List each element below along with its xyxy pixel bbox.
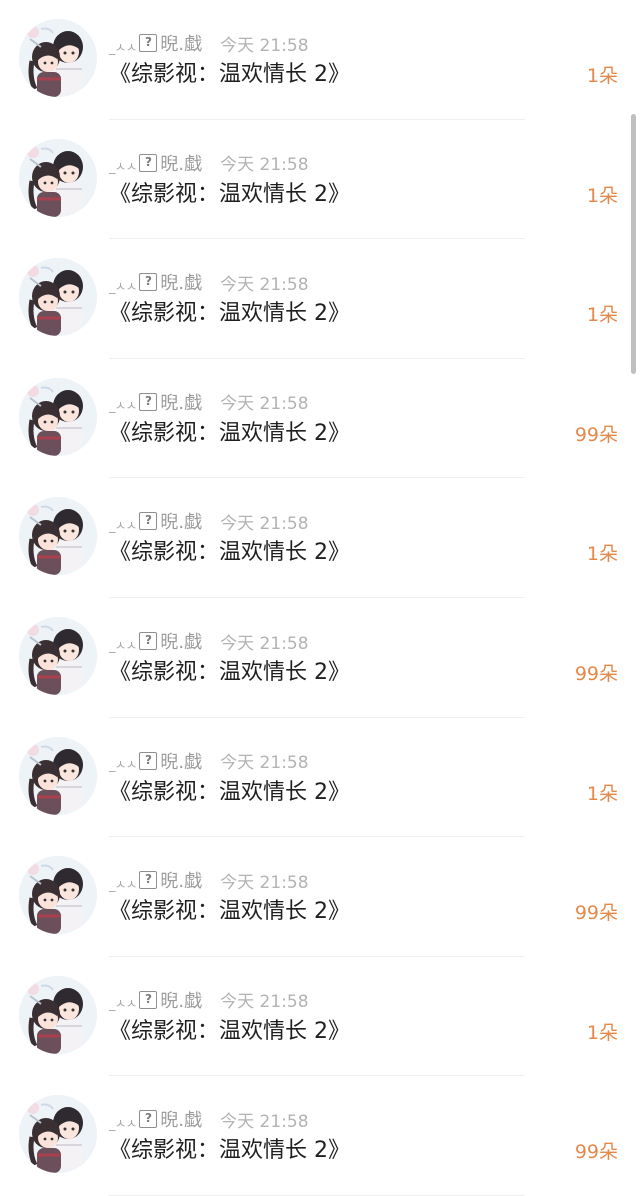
gift-record-row[interactable]: _ㅅㅅ ? 晲.戱 今天 21:58 《综影视：温欢情长 2》 1朵 bbox=[0, 0, 640, 120]
nickname-suffix[interactable]: 晲.戱 bbox=[160, 987, 202, 1013]
nickname-suffix[interactable]: 晲.戱 bbox=[160, 1106, 202, 1132]
gift-record-row[interactable]: _ㅅㅅ ? 晲.戱 今天 21:58 《综影视：温欢情长 2》 99朵 bbox=[0, 598, 640, 718]
gift-record-row[interactable]: _ㅅㅅ ? 晲.戱 今天 21:58 《综影视：温欢情长 2》 99朵 bbox=[0, 1076, 640, 1196]
nickname-prefix: _ㅅㅅ bbox=[109, 279, 137, 295]
row-meta: _ㅅㅅ ? 晲.戱 今天 21:58 bbox=[109, 749, 309, 773]
flower-count: 99朵 bbox=[574, 423, 618, 446]
book-title[interactable]: 《综影视：温欢情长 2》 bbox=[109, 298, 350, 330]
row-meta: _ㅅㅅ ? 晲.戱 今天 21:58 bbox=[109, 867, 309, 893]
nickname-prefix: _ㅅㅅ bbox=[109, 1116, 137, 1132]
flower-count: 1朵 bbox=[586, 543, 618, 566]
timestamp: 今天 21:58 bbox=[220, 513, 309, 534]
anime-couple-avatar-icon[interactable] bbox=[19, 1095, 97, 1174]
timestamp: 今天 21:58 bbox=[220, 872, 309, 893]
nickname-prefix: _ㅅㅅ bbox=[109, 160, 137, 176]
timestamp: 今天 21:58 bbox=[220, 274, 309, 295]
gift-record-row[interactable]: _ㅅㅅ ? 晲.戱 今天 21:58 《综影视：温欢情长 2》 1朵 bbox=[0, 119, 640, 240]
row-meta: _ㅅㅅ ? 晲.戱 今天 21:58 bbox=[109, 628, 309, 654]
nickname-suffix[interactable]: 晲.戱 bbox=[160, 150, 202, 176]
gift-record-row[interactable]: _ㅅㅅ ? 晲.戱 今天 21:58 《综影视：温欢情长 2》 1朵 bbox=[0, 478, 640, 598]
nickname-suffix[interactable]: 晲.戱 bbox=[160, 269, 202, 295]
nickname-prefix: _ㅅㅅ bbox=[109, 758, 137, 774]
nickname-prefix: _ㅅㅅ bbox=[109, 399, 137, 415]
flower-count: 1朵 bbox=[586, 184, 618, 207]
nickname-prefix: _ㅅㅅ bbox=[109, 638, 137, 654]
book-title[interactable]: 《综影视：温欢情长 2》 bbox=[109, 896, 350, 928]
flower-count: 99朵 bbox=[574, 663, 618, 685]
row-meta: _ㅅㅅ ? 晲.戱 今天 21:58 bbox=[109, 390, 309, 414]
nickname-suffix[interactable]: 晲.戱 bbox=[160, 508, 202, 534]
flower-count: 1朵 bbox=[586, 65, 618, 87]
missing-glyph-icon: ? bbox=[139, 512, 158, 531]
row-meta: _ㅅㅅ ? 晲.戱 今天 21:58 bbox=[109, 151, 309, 175]
anime-couple-avatar-icon[interactable] bbox=[19, 617, 97, 695]
missing-glyph-icon: ? bbox=[139, 153, 158, 172]
anime-couple-avatar-icon[interactable] bbox=[19, 377, 97, 456]
anime-couple-avatar-icon[interactable] bbox=[19, 736, 97, 815]
timestamp: 今天 21:58 bbox=[220, 394, 309, 415]
missing-glyph-icon: ? bbox=[139, 34, 158, 52]
nickname-prefix: _ㅅㅅ bbox=[109, 997, 137, 1013]
gift-record-row[interactable]: _ㅅㅅ ? 晲.戱 今天 21:58 《综影视：温欢情长 2》 99朵 bbox=[0, 358, 640, 479]
timestamp: 今天 21:58 bbox=[220, 633, 309, 654]
missing-glyph-icon: ? bbox=[139, 990, 158, 1009]
missing-glyph-icon: ? bbox=[139, 273, 158, 292]
nickname-suffix[interactable]: 晲.戱 bbox=[160, 748, 202, 774]
nickname-suffix[interactable]: 晲.戱 bbox=[160, 867, 202, 893]
book-title[interactable]: 《综影视：温欢情长 2》 bbox=[109, 59, 350, 91]
missing-glyph-icon: ? bbox=[139, 751, 158, 770]
gift-record-row[interactable]: _ㅅㅅ ? 晲.戱 今天 21:58 《综影视：温欢情长 2》 1朵 bbox=[0, 239, 640, 359]
missing-glyph-icon: ? bbox=[139, 1110, 158, 1129]
book-title[interactable]: 《综影视：温欢情长 2》 bbox=[109, 179, 350, 211]
scrollbar[interactable] bbox=[631, 114, 636, 374]
book-title[interactable]: 《综影视：温欢情长 2》 bbox=[109, 418, 350, 450]
anime-couple-avatar-icon[interactable] bbox=[19, 975, 97, 1054]
nickname-prefix: _ㅅㅅ bbox=[109, 877, 137, 893]
book-title[interactable]: 《综影视：温欢情长 2》 bbox=[109, 1135, 350, 1167]
gift-record-row[interactable]: _ㅅㅅ ? 晲.戱 今天 21:58 《综影视：温欢情长 2》 99朵 bbox=[0, 837, 640, 957]
timestamp: 今天 21:58 bbox=[220, 155, 309, 176]
book-title[interactable]: 《综影视：温欢情长 2》 bbox=[109, 537, 350, 569]
nickname-suffix[interactable]: 晲.戱 bbox=[160, 628, 202, 654]
nickname-suffix[interactable]: 晲.戱 bbox=[160, 389, 202, 415]
gift-record-row[interactable]: _ㅅㅅ ? 晲.戱 今天 21:58 《综影视：温欢情长 2》 1朵 bbox=[0, 956, 640, 1077]
anime-couple-avatar-icon[interactable] bbox=[19, 497, 97, 576]
row-meta: _ㅅㅅ ? 晲.戱 今天 21:58 bbox=[109, 1106, 309, 1132]
gift-record-list: _ㅅㅅ ? 晲.戱 今天 21:58 《综影视：温欢情长 2》 1朵 _ㅅㅅ ?… bbox=[0, 0, 640, 1196]
timestamp: 今天 21:58 bbox=[220, 35, 309, 56]
missing-glyph-icon: ? bbox=[139, 392, 158, 411]
row-meta: _ㅅㅅ ? 晲.戱 今天 21:58 bbox=[109, 269, 309, 295]
missing-glyph-icon: ? bbox=[139, 632, 158, 650]
row-meta: _ㅅㅅ ? 晲.戱 今天 21:58 bbox=[109, 508, 309, 534]
nickname-prefix: _ㅅㅅ bbox=[109, 40, 137, 56]
row-meta: _ㅅㅅ ? 晲.戱 今天 21:58 bbox=[109, 30, 309, 56]
missing-glyph-icon: ? bbox=[139, 871, 158, 890]
book-title[interactable]: 《综影视：温欢情长 2》 bbox=[109, 1016, 350, 1048]
anime-couple-avatar-icon[interactable] bbox=[19, 138, 97, 217]
nickname-prefix: _ㅅㅅ bbox=[109, 518, 137, 534]
flower-count: 1朵 bbox=[586, 1021, 618, 1044]
flower-count: 1朵 bbox=[586, 782, 618, 805]
nickname-suffix[interactable]: 晲.戱 bbox=[160, 30, 202, 56]
timestamp: 今天 21:58 bbox=[220, 992, 309, 1013]
flower-count: 1朵 bbox=[586, 304, 618, 327]
book-title[interactable]: 《综影视：温欢情长 2》 bbox=[109, 657, 350, 689]
timestamp: 今天 21:58 bbox=[220, 753, 309, 774]
anime-couple-avatar-icon[interactable] bbox=[19, 19, 97, 97]
anime-couple-avatar-icon[interactable] bbox=[19, 856, 97, 935]
row-meta: _ㅅㅅ ? 晲.戱 今天 21:58 bbox=[109, 988, 309, 1012]
gift-record-row[interactable]: _ㅅㅅ ? 晲.戱 今天 21:58 《综影视：温欢情长 2》 1朵 bbox=[0, 717, 640, 838]
timestamp: 今天 21:58 bbox=[220, 1111, 309, 1132]
flower-count: 99朵 bbox=[574, 1141, 618, 1164]
flower-count: 99朵 bbox=[574, 902, 618, 925]
anime-couple-avatar-icon[interactable] bbox=[19, 258, 97, 337]
book-title[interactable]: 《综影视：温欢情长 2》 bbox=[109, 777, 350, 809]
